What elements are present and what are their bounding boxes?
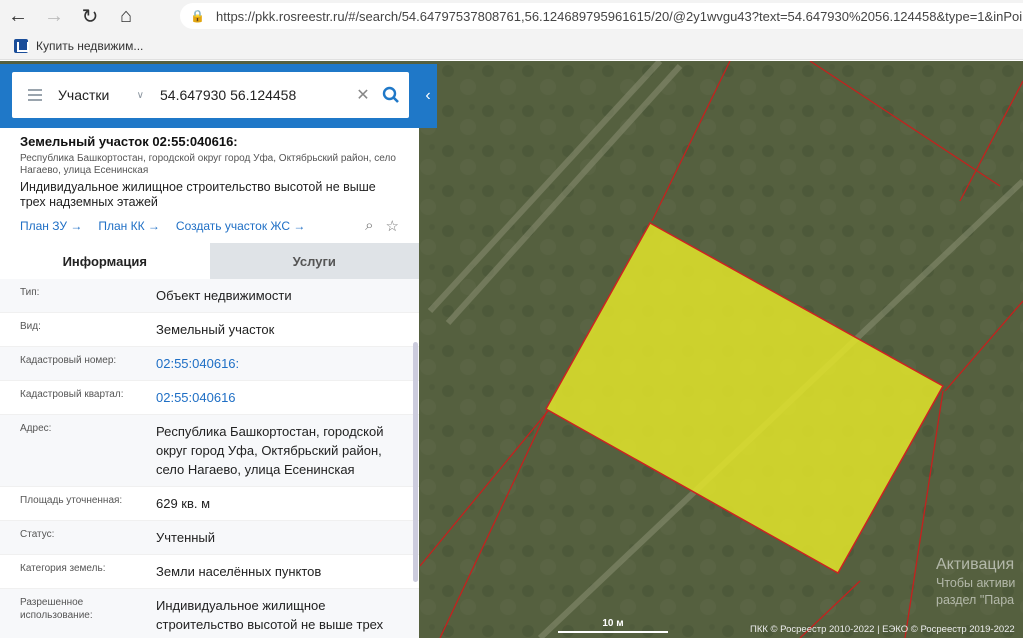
zoom-to-icon[interactable]: ⌕	[365, 217, 373, 235]
row-label: Разрешенное использование:	[20, 597, 93, 621]
search-box: Участки ∨ 54.647930 56.124458 ✕	[12, 72, 409, 118]
cadastral-quarter-link[interactable]: 02:55:040616	[156, 388, 419, 407]
bookmark-item[interactable]: Купить недвижим...	[36, 39, 143, 53]
parcel-title: Земельный участок 02:55:040616:	[20, 134, 238, 149]
cadastral-number-link[interactable]: 02:55:040616:	[156, 354, 419, 373]
category-label: Участки	[58, 87, 110, 103]
row-value: Учтенный	[156, 530, 216, 545]
row-label: Статус:	[20, 529, 55, 540]
scale-bar: 10 м	[558, 618, 668, 633]
create-parcel-link[interactable]: Создать участок ЖС →	[176, 219, 305, 233]
lock-icon: 🔒	[190, 9, 205, 23]
home-icon[interactable]: ⌂	[108, 0, 144, 32]
category-select[interactable]: Участки ∨	[58, 87, 148, 103]
star-icon[interactable]: ☆	[386, 217, 399, 235]
parcel-address: Республика Башкортостан, городской округ…	[20, 153, 396, 176]
tab-bar: Информация Услуги	[0, 243, 419, 279]
table-row: Кадастровый номер: 02:55:040616:	[0, 347, 419, 381]
forward-arrow-icon[interactable]: →	[36, 0, 72, 32]
table-row: Категория земель: Земли населённых пункт…	[0, 555, 419, 589]
back-arrow-icon[interactable]: ←	[0, 0, 36, 32]
info-table: Тип: Объект недвижимости Вид: Земельный …	[0, 279, 419, 638]
collapse-panel-button[interactable]: ‹	[419, 64, 437, 128]
url-text: https://pkk.rosreestr.ru/#/search/54.647…	[216, 8, 1023, 24]
search-input[interactable]: 54.647930 56.124458	[148, 87, 353, 103]
activation-line-2: раздел "Пара	[936, 593, 1015, 607]
reload-icon[interactable]: ↻	[72, 0, 108, 32]
tab-services[interactable]: Услуги	[209, 243, 419, 279]
browser-toolbar: ← → ↻ ⌂ 🔒 https://pkk.rosreestr.ru/#/sea…	[0, 0, 1023, 32]
parcel-links: План ЗУ → План КК → Создать участок ЖС →…	[20, 213, 399, 243]
row-value: Объект недвижимости	[156, 288, 292, 303]
row-value: 629 кв. м	[156, 496, 211, 511]
row-label: Тип:	[20, 287, 40, 298]
bookmarks-bar: Купить недвижим...	[0, 32, 1023, 60]
activation-watermark: Активация Чтобы активи раздел "Пара	[936, 555, 1015, 609]
copyright-text: ПКК © Росреестр 2010-2022 | ЕЭКО © Росре…	[750, 624, 1015, 635]
clear-icon[interactable]: ✕	[353, 85, 373, 105]
plan-zu-link[interactable]: План ЗУ →	[20, 219, 82, 233]
activation-title: Активация	[936, 556, 1015, 573]
row-value: Индивидуальное жилищное строительство вы…	[156, 598, 384, 638]
row-label: Категория земель:	[20, 563, 106, 574]
table-row: Разрешенное использование: Индивидуально…	[0, 589, 419, 638]
address-bar[interactable]: 🔒 https://pkk.rosreestr.ru/#/search/54.6…	[180, 3, 1023, 29]
table-row: Статус: Учтенный	[0, 521, 419, 555]
search-icon[interactable]	[373, 72, 409, 118]
table-row: Кадастровый квартал: 02:55:040616	[0, 381, 419, 415]
table-row: Тип: Объект недвижимости	[0, 279, 419, 313]
scrollbar[interactable]	[413, 342, 418, 582]
row-label: Вид:	[20, 321, 41, 332]
table-row: Адрес: Республика Башкортостан, городско…	[0, 415, 419, 487]
row-label: Площадь уточненная:	[20, 495, 123, 506]
table-row: Площадь уточненная: 629 кв. м	[0, 487, 419, 521]
activation-line-1: Чтобы активи	[936, 576, 1016, 590]
row-value: Земли населённых пунктов	[156, 564, 322, 579]
row-value: Республика Башкортостан, городской округ…	[156, 424, 384, 477]
plan-kk-link[interactable]: План КК →	[98, 219, 160, 233]
row-label: Адрес:	[20, 423, 52, 434]
parcel-header: Земельный участок 02:55:040616: Республи…	[0, 128, 419, 243]
table-row: Вид: Земельный участок	[0, 313, 419, 347]
parcel-purpose: Индивидуальное жилищное строительство вы…	[20, 180, 376, 209]
chevron-down-icon: ∨	[136, 89, 144, 101]
rosreestr-logo-icon	[14, 38, 29, 53]
row-value: Земельный участок	[156, 322, 275, 337]
tab-info[interactable]: Информация	[0, 243, 210, 279]
menu-icon[interactable]	[12, 89, 58, 101]
row-label: Кадастровый номер:	[20, 355, 117, 366]
search-bar: Участки ∨ 54.647930 56.124458 ✕	[0, 64, 419, 128]
info-panel: Участки ∨ 54.647930 56.124458 ✕ Земельны…	[0, 64, 419, 638]
row-label: Кадастровый квартал:	[20, 389, 124, 400]
scale-label: 10 м	[602, 618, 624, 629]
